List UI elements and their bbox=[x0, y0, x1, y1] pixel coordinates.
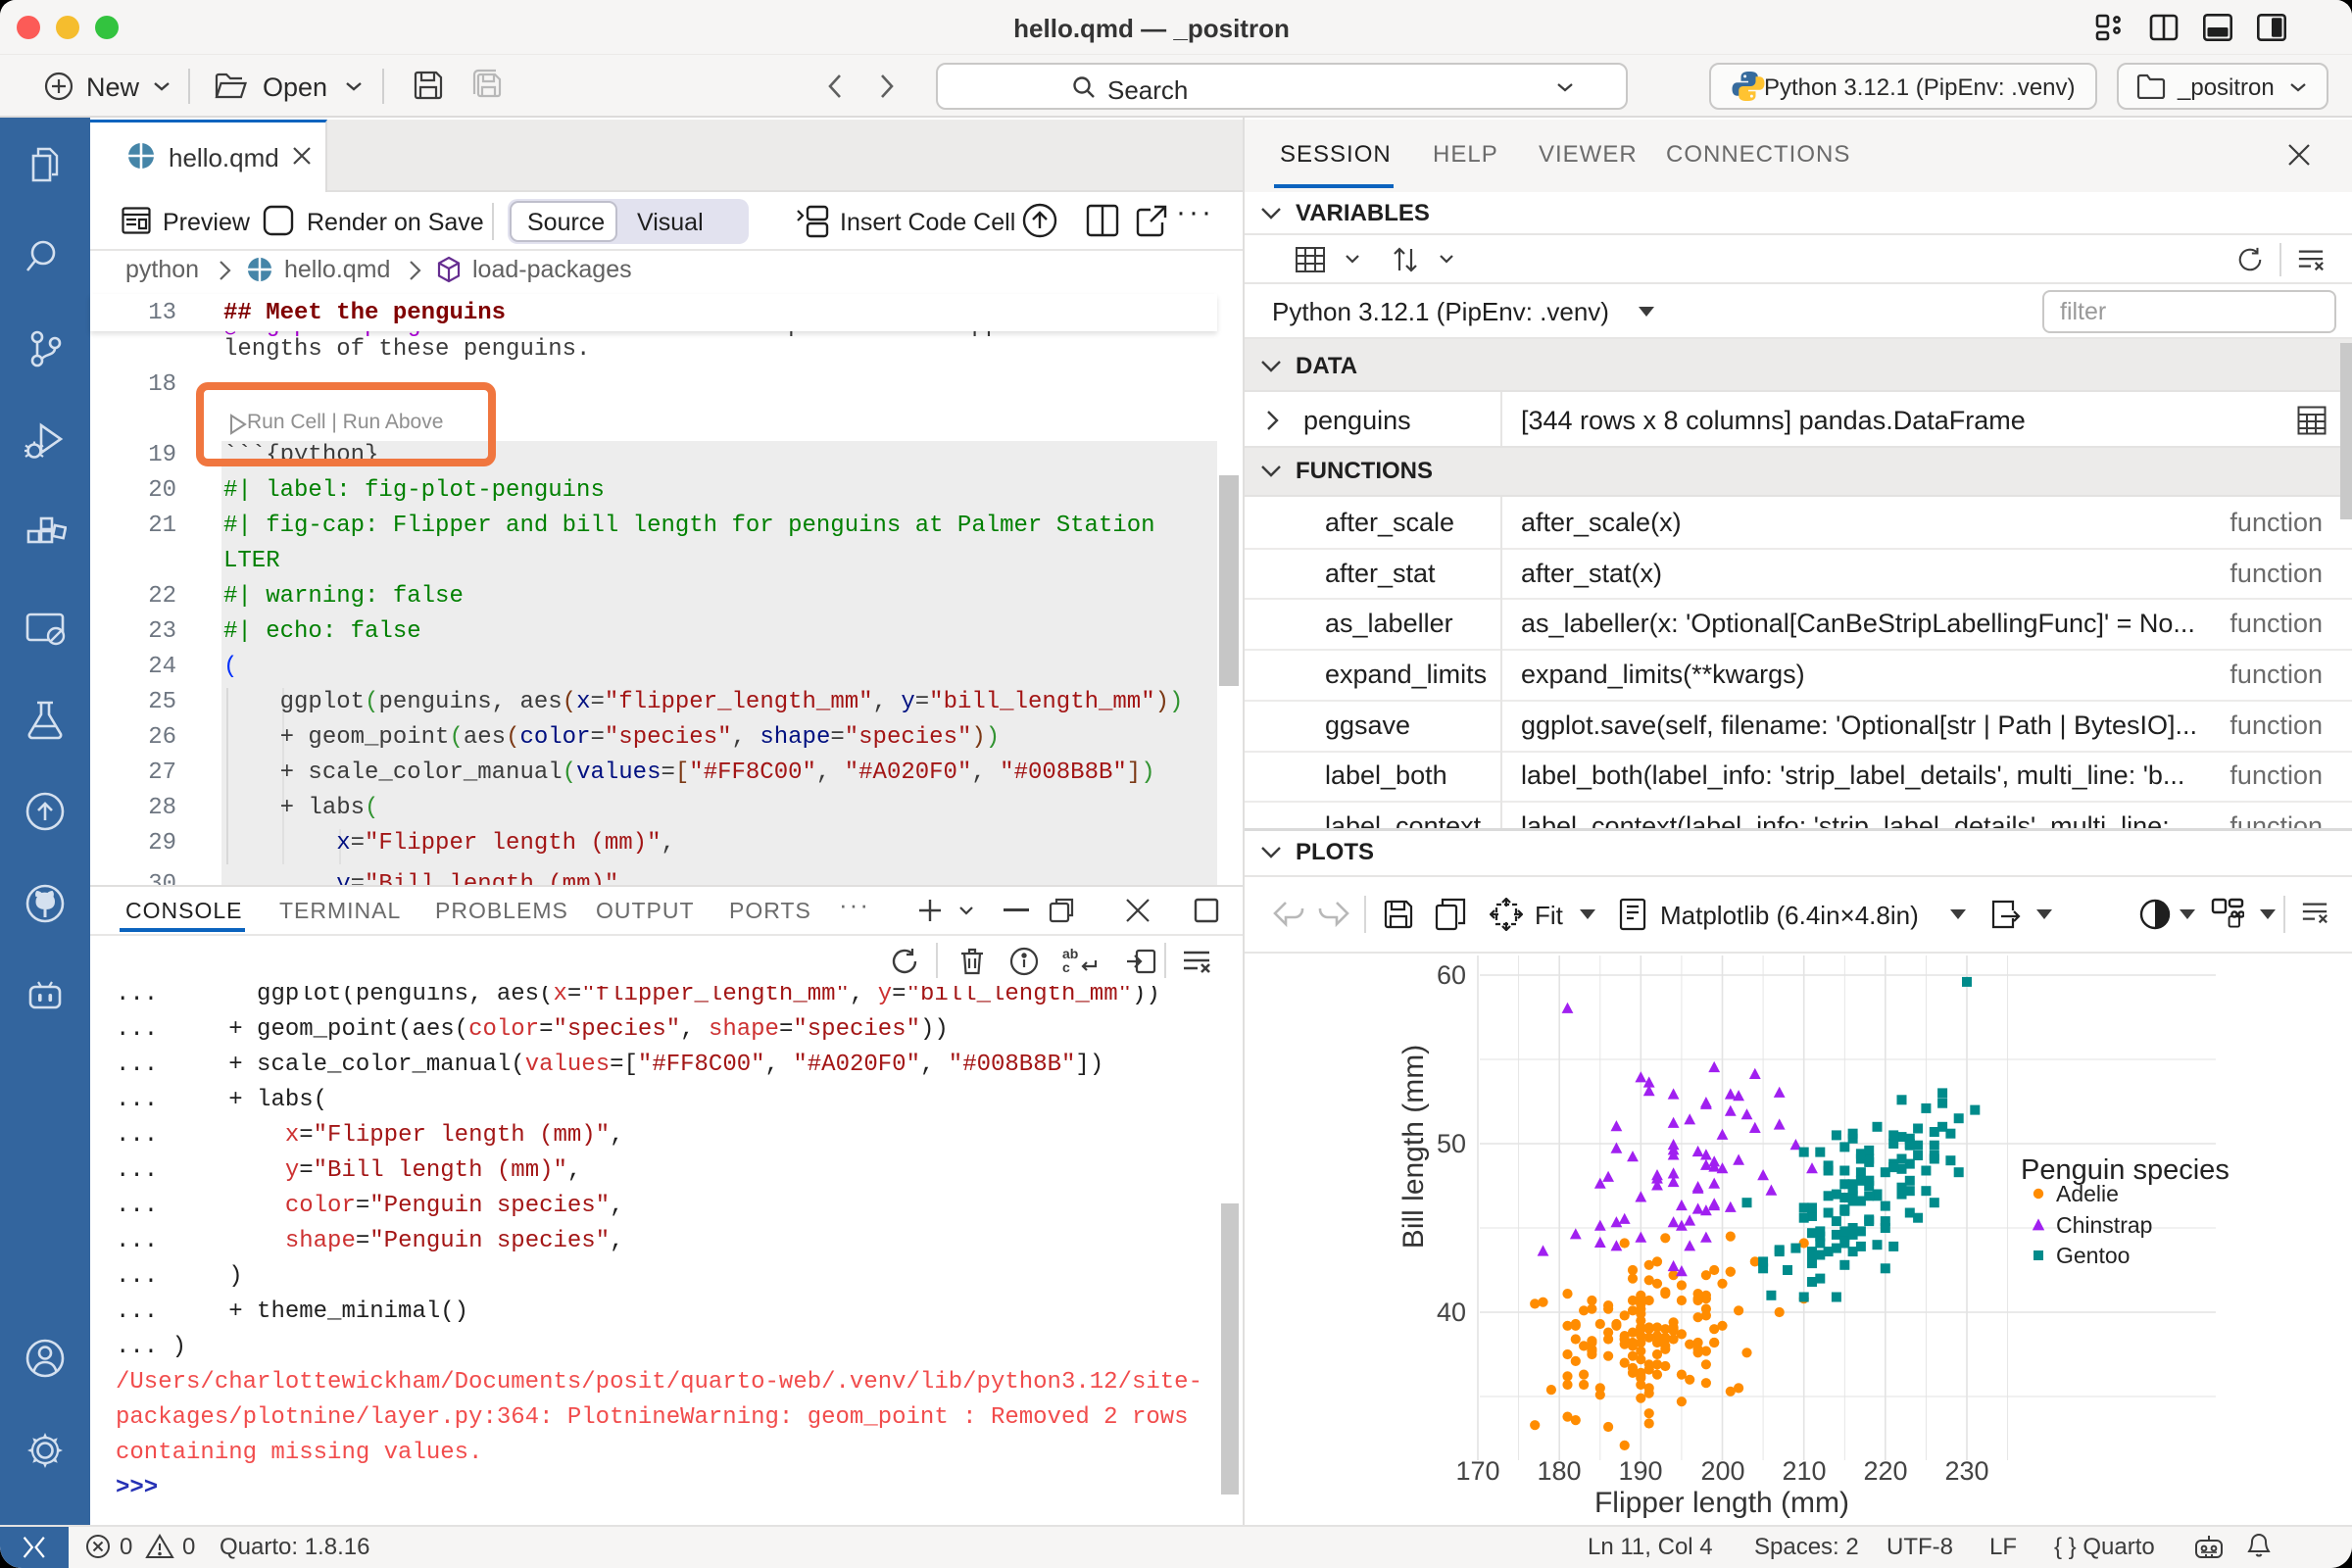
svg-text:Chinstrap: Chinstrap bbox=[2056, 1212, 2152, 1238]
svg-text:Flipper length (mm): Flipper length (mm) bbox=[1594, 1487, 1849, 1519]
svg-text:50: 50 bbox=[1437, 1129, 1466, 1158]
svg-text:200: 200 bbox=[1700, 1456, 1744, 1486]
svg-text:c: c bbox=[1062, 959, 1070, 975]
svg-text:180: 180 bbox=[1537, 1456, 1581, 1486]
svg-text:190: 190 bbox=[1618, 1456, 1662, 1486]
svg-text:Penguin species: Penguin species bbox=[2021, 1154, 2230, 1186]
svg-text:40: 40 bbox=[1437, 1298, 1466, 1327]
svg-text:170: 170 bbox=[1455, 1456, 1499, 1486]
svg-text:230: 230 bbox=[1944, 1456, 1988, 1486]
svg-text:210: 210 bbox=[1782, 1456, 1826, 1486]
svg-text:Bill length (mm): Bill length (mm) bbox=[1397, 1045, 1430, 1249]
svg-text:Adelie: Adelie bbox=[2056, 1181, 2119, 1206]
svg-text:60: 60 bbox=[1437, 960, 1466, 990]
svg-text:Gentoo: Gentoo bbox=[2056, 1243, 2130, 1268]
svg-text:220: 220 bbox=[1863, 1456, 1907, 1486]
